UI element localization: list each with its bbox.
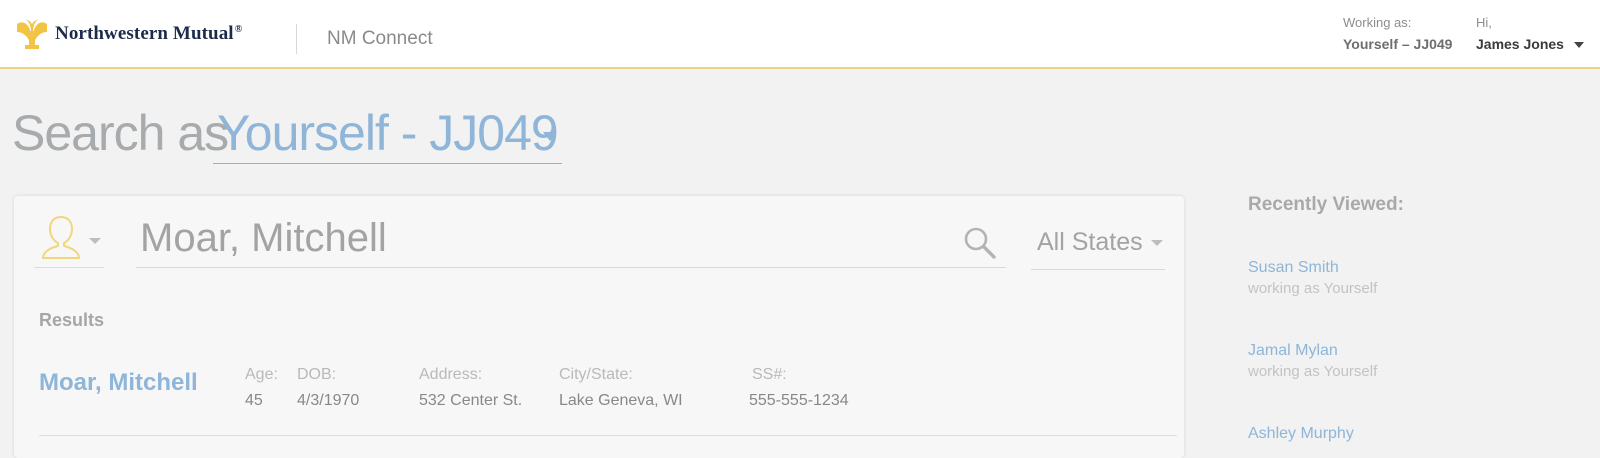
app-name[interactable]: NM Connect — [327, 28, 433, 50]
dob-label: DOB: — [297, 366, 337, 383]
chevron-down-icon — [1573, 42, 1584, 49]
result-ssn: SS#: 555-555-1234 — [749, 366, 849, 410]
result-age: Age: 45 — [245, 366, 278, 410]
chevron-down-icon — [1151, 240, 1163, 246]
result-city-state: City/State: Lake Geneva, WI — [559, 366, 683, 410]
recent-item[interactable]: Jamal Mylan working as Yourself — [1248, 342, 1377, 380]
state-filter-dropdown[interactable]: All States — [1031, 214, 1165, 270]
recent-item-context: working as Yourself — [1248, 363, 1378, 380]
user-name: James Jones — [1476, 36, 1564, 52]
search-as-dropdown[interactable]: Yourself - JJ049 — [213, 104, 562, 164]
results-heading: Results — [39, 310, 105, 330]
recent-item-context: working as Yourself — [1248, 280, 1378, 297]
recently-viewed-heading: Recently Viewed: — [1248, 194, 1404, 215]
result-dob: DOB: 4/3/1970 — [297, 366, 359, 410]
brand-logo[interactable]: Northwestern Mutual® — [14, 18, 242, 50]
name-search-input[interactable] — [136, 210, 1006, 268]
result-name-link[interactable]: Moar, Mitchell — [39, 369, 198, 397]
search-icon — [964, 227, 996, 259]
chevron-down-icon — [543, 132, 557, 141]
top-header: Northwestern Mutual® NM Connect Working … — [0, 0, 1600, 69]
search-button[interactable] — [963, 226, 999, 262]
recent-item-name[interactable]: Jamal Mylan — [1248, 342, 1377, 360]
city-state-label: City/State: — [559, 366, 633, 383]
result-address: Address: 532 Center St. — [419, 366, 522, 410]
recent-item[interactable]: Susan Smith working as Yourself — [1248, 259, 1377, 297]
recent-item[interactable]: Ashley Murphy — [1248, 425, 1354, 443]
chevron-down-icon — [89, 238, 101, 244]
search-type-dropdown[interactable] — [34, 214, 104, 268]
recent-item-name[interactable]: Ashley Murphy — [1248, 425, 1354, 443]
search-as-label: Search as — [12, 105, 229, 161]
working-as-value: Yourself – JJ049 — [1343, 36, 1453, 52]
ssn-label: SS#: — [752, 366, 787, 383]
brand-logo-icon — [17, 19, 47, 49]
age-label: Age: — [245, 366, 278, 383]
brand-name: Northwestern Mutual® — [55, 23, 243, 44]
greeting: Hi, — [1476, 15, 1492, 30]
dob-value: 4/3/1970 — [297, 392, 360, 409]
registered-mark: ® — [234, 23, 243, 35]
age-value: 45 — [245, 392, 263, 409]
recent-item-name[interactable]: Susan Smith — [1248, 259, 1377, 277]
user-menu[interactable]: Hi, James Jones — [1476, 15, 1584, 52]
person-icon — [42, 216, 80, 259]
working-as-info: Working as: Yourself – JJ049 — [1343, 15, 1452, 52]
result-row[interactable]: Moar, Mitchell Age: 45 DOB: 4/3/1970 Add… — [39, 360, 1177, 436]
search-card: All States Results Moar, Mitchell Age: 4… — [14, 196, 1184, 458]
address-label: Address: — [419, 366, 483, 383]
working-as-label: Working as: — [1343, 15, 1412, 30]
address-value: 532 Center St. — [419, 392, 523, 409]
state-filter-value: All States — [1037, 228, 1143, 256]
city-state-value: Lake Geneva, WI — [559, 392, 683, 409]
user-name-row: James Jones — [1476, 36, 1584, 52]
search-as-value: Yourself - JJ049 — [217, 105, 559, 161]
ssn-value: 555-555-1234 — [749, 392, 849, 409]
header-divider — [296, 24, 297, 54]
